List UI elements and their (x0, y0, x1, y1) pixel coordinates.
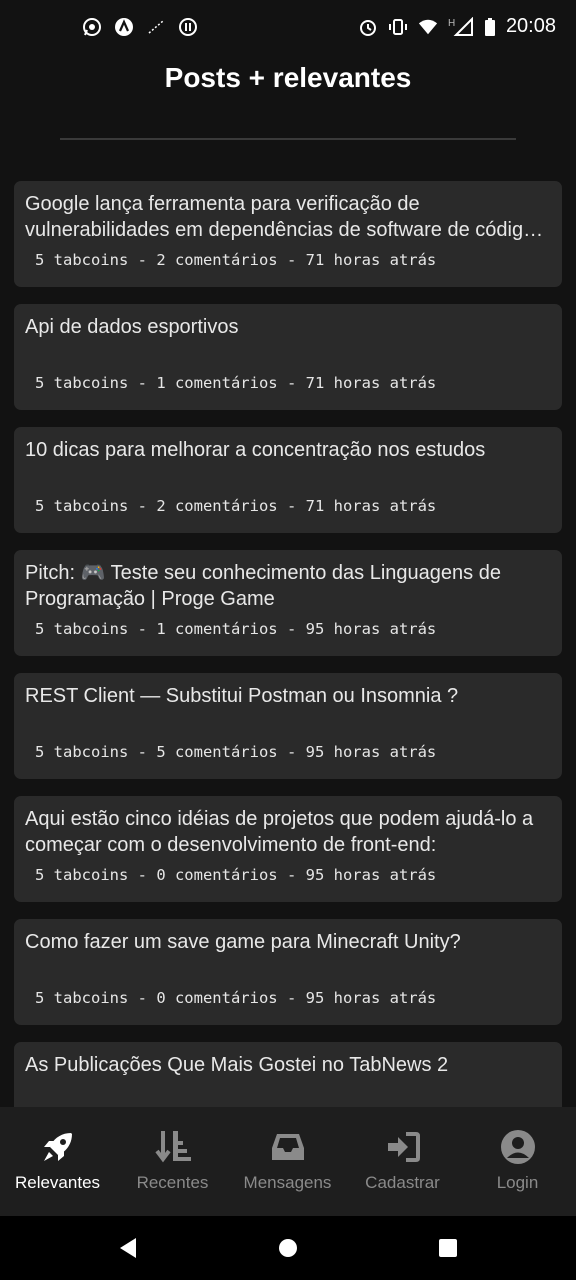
rocket-icon (0, 1127, 115, 1167)
alarm-icon (358, 17, 378, 37)
post-card[interactable]: 10 dicas para melhorar a concentração no… (14, 427, 562, 533)
user-circle-icon (460, 1127, 575, 1167)
bottom-navigation: Relevantes Recentes Mensagens Cadastrar … (0, 1107, 576, 1216)
home-icon[interactable] (276, 1236, 300, 1260)
post-title: Aqui estão cinco idéias de projetos que … (25, 808, 534, 856)
cell-signal-icon: H (448, 16, 474, 37)
notification-icons (82, 17, 198, 37)
sign-in-icon (345, 1127, 460, 1167)
post-title: Api de dados esportivos (25, 316, 239, 338)
post-card[interactable]: Api de dados esportivos 5 tabcoins - 1 c… (14, 304, 562, 410)
post-card[interactable]: Como fazer um save game para Minecraft U… (14, 919, 562, 1025)
nav-mensagens[interactable]: Mensagens (230, 1107, 345, 1216)
recents-icon[interactable] (436, 1236, 460, 1260)
post-title: Google lança ferramenta para verificação… (25, 193, 535, 241)
inbox-icon (230, 1127, 345, 1167)
nav-label: Recentes (136, 1173, 209, 1192)
post-title: REST Client — Substitui Postman ou Insom… (25, 685, 459, 707)
header-divider (60, 138, 516, 140)
clock: 20:08 (505, 15, 556, 37)
post-meta: 5 tabcoins - 1 comentários - 95 horas at… (35, 620, 437, 638)
post-card[interactable]: Google lança ferramenta para verificação… (14, 181, 562, 287)
wifi-icon (418, 17, 438, 37)
post-title: As Publicações Que Mais Gostei no TabNew… (25, 1054, 449, 1076)
post-title: Como fazer um save game para Minecraft U… (25, 931, 461, 953)
post-meta: 5 tabcoins - 0 comentários - 95 horas at… (35, 989, 437, 1007)
sort-descending-icon (115, 1127, 230, 1167)
post-card[interactable]: Pitch: 🎮 Teste seu conhecimento das Ling… (14, 550, 562, 656)
page-title: Posts + relevantes (164, 62, 412, 93)
nav-label: Relevantes (14, 1173, 101, 1192)
nav-login[interactable]: Login (460, 1107, 575, 1216)
signal-dots-icon (146, 17, 166, 37)
status-bar: H 20:08 (0, 0, 576, 56)
nav-recentes[interactable]: Recentes (115, 1107, 230, 1216)
system-status: H 20:08 (358, 15, 556, 38)
badge-icon (178, 17, 198, 37)
post-card[interactable]: REST Client — Substitui Postman ou Insom… (14, 673, 562, 779)
battery-icon (484, 17, 496, 37)
system-navigation-bar (0, 1216, 576, 1280)
whatsapp-icon (82, 17, 102, 37)
nav-label: Mensagens (243, 1173, 332, 1192)
post-card[interactable]: Aqui estão cinco idéias de projetos que … (14, 796, 562, 902)
vibrate-icon (388, 17, 408, 37)
svg-text:H: H (448, 18, 455, 29)
post-meta: 5 tabcoins - 5 comentários - 95 horas at… (35, 743, 437, 761)
post-title: 10 dicas para melhorar a concentração no… (25, 439, 486, 461)
post-meta: 5 tabcoins - 0 comentários - 95 horas at… (35, 866, 437, 884)
back-icon[interactable] (116, 1236, 140, 1260)
post-meta: 5 tabcoins - 1 comentários - 71 horas at… (35, 374, 437, 392)
nav-relevantes[interactable]: Relevantes (0, 1107, 115, 1216)
nav-label: Cadastrar (365, 1173, 440, 1192)
post-meta: 5 tabcoins - 2 comentários - 71 horas at… (35, 251, 437, 269)
nav-label: Login (496, 1173, 539, 1192)
post-meta: 5 tabcoins - 2 comentários - 71 horas at… (35, 497, 437, 515)
post-card[interactable]: As Publicações Que Mais Gostei no TabNew… (14, 1042, 562, 1107)
post-list[interactable]: Google lança ferramenta para verificação… (14, 181, 562, 1107)
post-title: Pitch: 🎮 Teste seu conhecimento das Ling… (25, 562, 501, 610)
app-icon (114, 17, 134, 37)
nav-cadastrar[interactable]: Cadastrar (345, 1107, 460, 1216)
